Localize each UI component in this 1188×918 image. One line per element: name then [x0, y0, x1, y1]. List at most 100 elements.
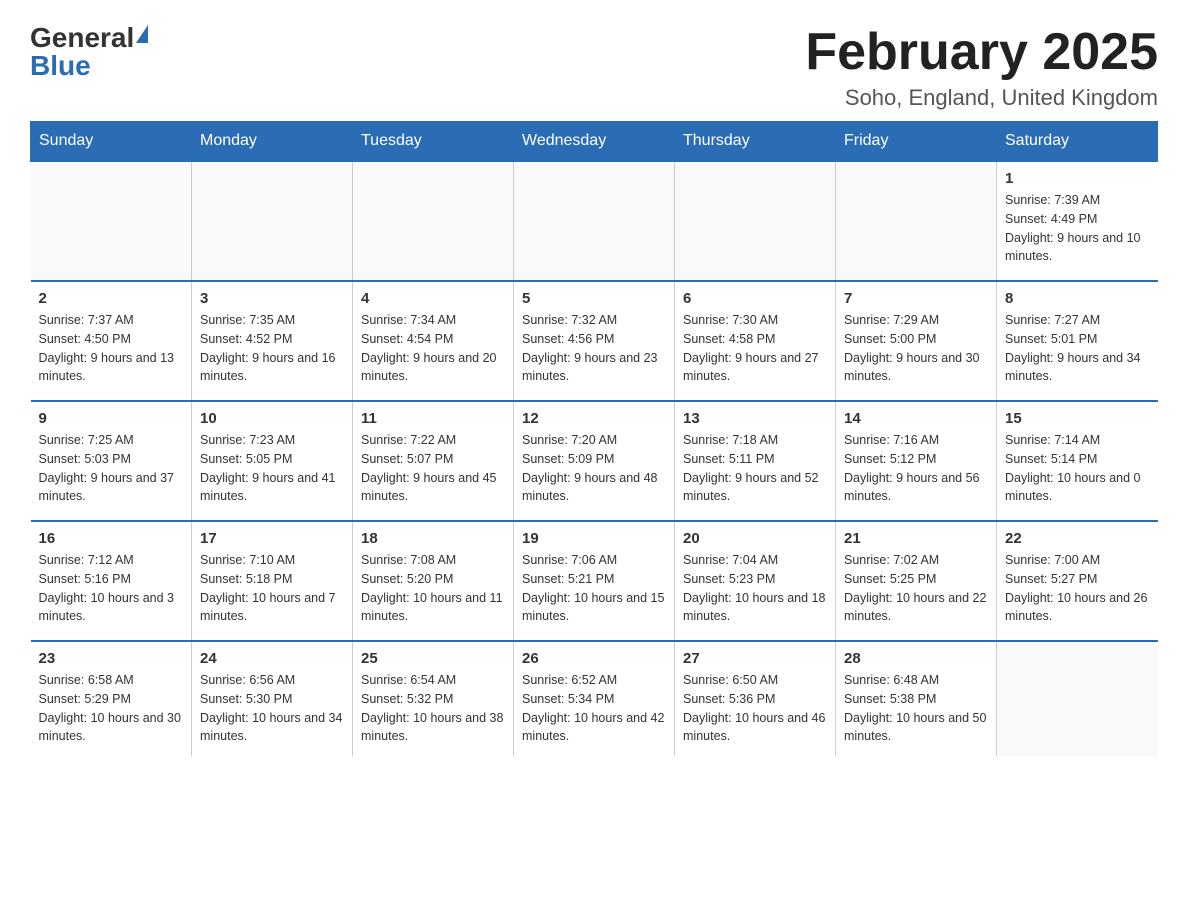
day-number: 5: [522, 290, 666, 307]
calendar-cell: 23 Sunrise: 6:58 AMSunset: 5:29 PMDayligh…: [31, 641, 192, 756]
calendar-cell: [997, 641, 1158, 756]
calendar-cell: 10 Sunrise: 7:23 AMSunset: 5:05 PMDayligh…: [192, 401, 353, 521]
day-number: 17: [200, 530, 344, 547]
day-info: Sunrise: 6:56 AMSunset: 5:30 PMDaylight:…: [200, 671, 344, 746]
calendar-cell: 15 Sunrise: 7:14 AMSunset: 5:14 PMDayligh…: [997, 401, 1158, 521]
day-info: Sunrise: 7:16 AMSunset: 5:12 PMDaylight:…: [844, 431, 988, 506]
day-info: Sunrise: 6:58 AMSunset: 5:29 PMDaylight:…: [39, 671, 184, 746]
header-thursday: Thursday: [675, 122, 836, 162]
day-info: Sunrise: 7:12 AMSunset: 5:16 PMDaylight:…: [39, 551, 184, 626]
day-info: Sunrise: 7:06 AMSunset: 5:21 PMDaylight:…: [522, 551, 666, 626]
calendar-cell: 20 Sunrise: 7:04 AMSunset: 5:23 PMDayligh…: [675, 521, 836, 641]
day-info: Sunrise: 7:29 AMSunset: 5:00 PMDaylight:…: [844, 311, 988, 386]
calendar-cell: 27Sunrise: 6:50 AMSunset: 5:36 PMDayligh…: [675, 641, 836, 756]
calendar-cell: 24 Sunrise: 6:56 AMSunset: 5:30 PMDayligh…: [192, 641, 353, 756]
calendar-cell: 2 Sunrise: 7:37 AMSunset: 4:50 PMDaylight…: [31, 281, 192, 401]
day-info: Sunrise: 7:25 AMSunset: 5:03 PMDaylight:…: [39, 431, 184, 506]
week-row-5: 23 Sunrise: 6:58 AMSunset: 5:29 PMDayligh…: [31, 641, 1158, 756]
day-number: 25: [361, 650, 505, 667]
logo-general: General: [30, 24, 134, 52]
day-number: 2: [39, 290, 184, 307]
header-sunday: Sunday: [31, 122, 192, 162]
day-number: 10: [200, 410, 344, 427]
week-row-1: 1 Sunrise: 7:39 AMSunset: 4:49 PMDaylight…: [31, 161, 1158, 281]
calendar-cell: 6Sunrise: 7:30 AMSunset: 4:58 PMDaylight…: [675, 281, 836, 401]
logo-blue: Blue: [30, 52, 91, 80]
day-info: Sunrise: 7:37 AMSunset: 4:50 PMDaylight:…: [39, 311, 184, 386]
day-number: 22: [1005, 530, 1150, 547]
day-number: 19: [522, 530, 666, 547]
day-info: Sunrise: 7:20 AMSunset: 5:09 PMDaylight:…: [522, 431, 666, 506]
calendar-table: SundayMondayTuesdayWednesdayThursdayFrid…: [30, 121, 1158, 756]
calendar-cell: 5 Sunrise: 7:32 AMSunset: 4:56 PMDaylight…: [514, 281, 675, 401]
day-number: 11: [361, 410, 505, 427]
day-number: 18: [361, 530, 505, 547]
calendar-cell: 18 Sunrise: 7:08 AMSunset: 5:20 PMDayligh…: [353, 521, 514, 641]
calendar-cell: [31, 161, 192, 281]
calendar-cell: [353, 161, 514, 281]
calendar-cell: 17 Sunrise: 7:10 AMSunset: 5:18 PMDayligh…: [192, 521, 353, 641]
calendar-cell: 11 Sunrise: 7:22 AMSunset: 5:07 PMDayligh…: [353, 401, 514, 521]
week-row-2: 2 Sunrise: 7:37 AMSunset: 4:50 PMDaylight…: [31, 281, 1158, 401]
day-number: 7: [844, 290, 988, 307]
day-number: 24: [200, 650, 344, 667]
day-info: Sunrise: 7:27 AMSunset: 5:01 PMDaylight:…: [1005, 311, 1150, 386]
calendar-cell: 7 Sunrise: 7:29 AMSunset: 5:00 PMDaylight…: [836, 281, 997, 401]
day-info: Sunrise: 7:22 AMSunset: 5:07 PMDaylight:…: [361, 431, 505, 506]
day-info: Sunrise: 7:08 AMSunset: 5:20 PMDaylight:…: [361, 551, 505, 626]
calendar-cell: 12 Sunrise: 7:20 AMSunset: 5:09 PMDayligh…: [514, 401, 675, 521]
day-number: 3: [200, 290, 344, 307]
header-wednesday: Wednesday: [514, 122, 675, 162]
day-info: Sunrise: 7:14 AMSunset: 5:14 PMDaylight:…: [1005, 431, 1150, 506]
calendar-cell: 22 Sunrise: 7:00 AMSunset: 5:27 PMDayligh…: [997, 521, 1158, 641]
day-info: Sunrise: 7:04 AMSunset: 5:23 PMDaylight:…: [683, 551, 827, 626]
calendar-cell: 25 Sunrise: 6:54 AMSunset: 5:32 PMDayligh…: [353, 641, 514, 756]
day-number: 12: [522, 410, 666, 427]
header-saturday: Saturday: [997, 122, 1158, 162]
calendar-cell: [836, 161, 997, 281]
calendar-cell: 19 Sunrise: 7:06 AMSunset: 5:21 PMDayligh…: [514, 521, 675, 641]
calendar-cell: [675, 161, 836, 281]
day-info: Sunrise: 7:34 AMSunset: 4:54 PMDaylight:…: [361, 311, 505, 386]
day-info: Sunrise: 7:35 AMSunset: 4:52 PMDaylight:…: [200, 311, 344, 386]
day-info: Sunrise: 6:50 AMSunset: 5:36 PMDaylight:…: [683, 671, 827, 746]
calendar-cell: 8 Sunrise: 7:27 AMSunset: 5:01 PMDaylight…: [997, 281, 1158, 401]
day-number: 20: [683, 530, 827, 547]
day-number: 21: [844, 530, 988, 547]
week-row-4: 16 Sunrise: 7:12 AMSunset: 5:16 PMDayligh…: [31, 521, 1158, 641]
calendar-cell: 4Sunrise: 7:34 AMSunset: 4:54 PMDaylight…: [353, 281, 514, 401]
day-info: Sunrise: 7:02 AMSunset: 5:25 PMDaylight:…: [844, 551, 988, 626]
page-header: General Blue February 2025 Soho, England…: [0, 0, 1188, 121]
day-number: 16: [39, 530, 184, 547]
calendar-cell: 14 Sunrise: 7:16 AMSunset: 5:12 PMDayligh…: [836, 401, 997, 521]
location: Soho, England, United Kingdom: [805, 85, 1158, 111]
header-monday: Monday: [192, 122, 353, 162]
day-number: 23: [39, 650, 184, 667]
day-info: Sunrise: 7:18 AMSunset: 5:11 PMDaylight:…: [683, 431, 827, 506]
day-info: Sunrise: 6:48 AMSunset: 5:38 PMDaylight:…: [844, 671, 988, 746]
week-row-3: 9 Sunrise: 7:25 AMSunset: 5:03 PMDaylight…: [31, 401, 1158, 521]
calendar-cell: 21 Sunrise: 7:02 AMSunset: 5:25 PMDayligh…: [836, 521, 997, 641]
calendar-cell: 3 Sunrise: 7:35 AMSunset: 4:52 PMDaylight…: [192, 281, 353, 401]
logo-triangle-icon: [136, 25, 148, 43]
day-number: 15: [1005, 410, 1150, 427]
header-friday: Friday: [836, 122, 997, 162]
header-tuesday: Tuesday: [353, 122, 514, 162]
title-section: February 2025 Soho, England, United King…: [805, 24, 1158, 111]
day-number: 8: [1005, 290, 1150, 307]
day-info: Sunrise: 7:39 AMSunset: 4:49 PMDaylight:…: [1005, 191, 1150, 266]
calendar-cell: [192, 161, 353, 281]
day-info: Sunrise: 6:52 AMSunset: 5:34 PMDaylight:…: [522, 671, 666, 746]
day-info: Sunrise: 7:30 AMSunset: 4:58 PMDaylight:…: [683, 311, 827, 386]
day-info: Sunrise: 7:32 AMSunset: 4:56 PMDaylight:…: [522, 311, 666, 386]
day-info: Sunrise: 7:10 AMSunset: 5:18 PMDaylight:…: [200, 551, 344, 626]
day-info: Sunrise: 6:54 AMSunset: 5:32 PMDaylight:…: [361, 671, 505, 746]
day-info: Sunrise: 7:23 AMSunset: 5:05 PMDaylight:…: [200, 431, 344, 506]
day-number: 1: [1005, 170, 1150, 187]
calendar-header-row: SundayMondayTuesdayWednesdayThursdayFrid…: [31, 122, 1158, 162]
day-number: 14: [844, 410, 988, 427]
day-number: 9: [39, 410, 184, 427]
day-number: 26: [522, 650, 666, 667]
calendar-cell: 16 Sunrise: 7:12 AMSunset: 5:16 PMDayligh…: [31, 521, 192, 641]
day-info: Sunrise: 7:00 AMSunset: 5:27 PMDaylight:…: [1005, 551, 1150, 626]
